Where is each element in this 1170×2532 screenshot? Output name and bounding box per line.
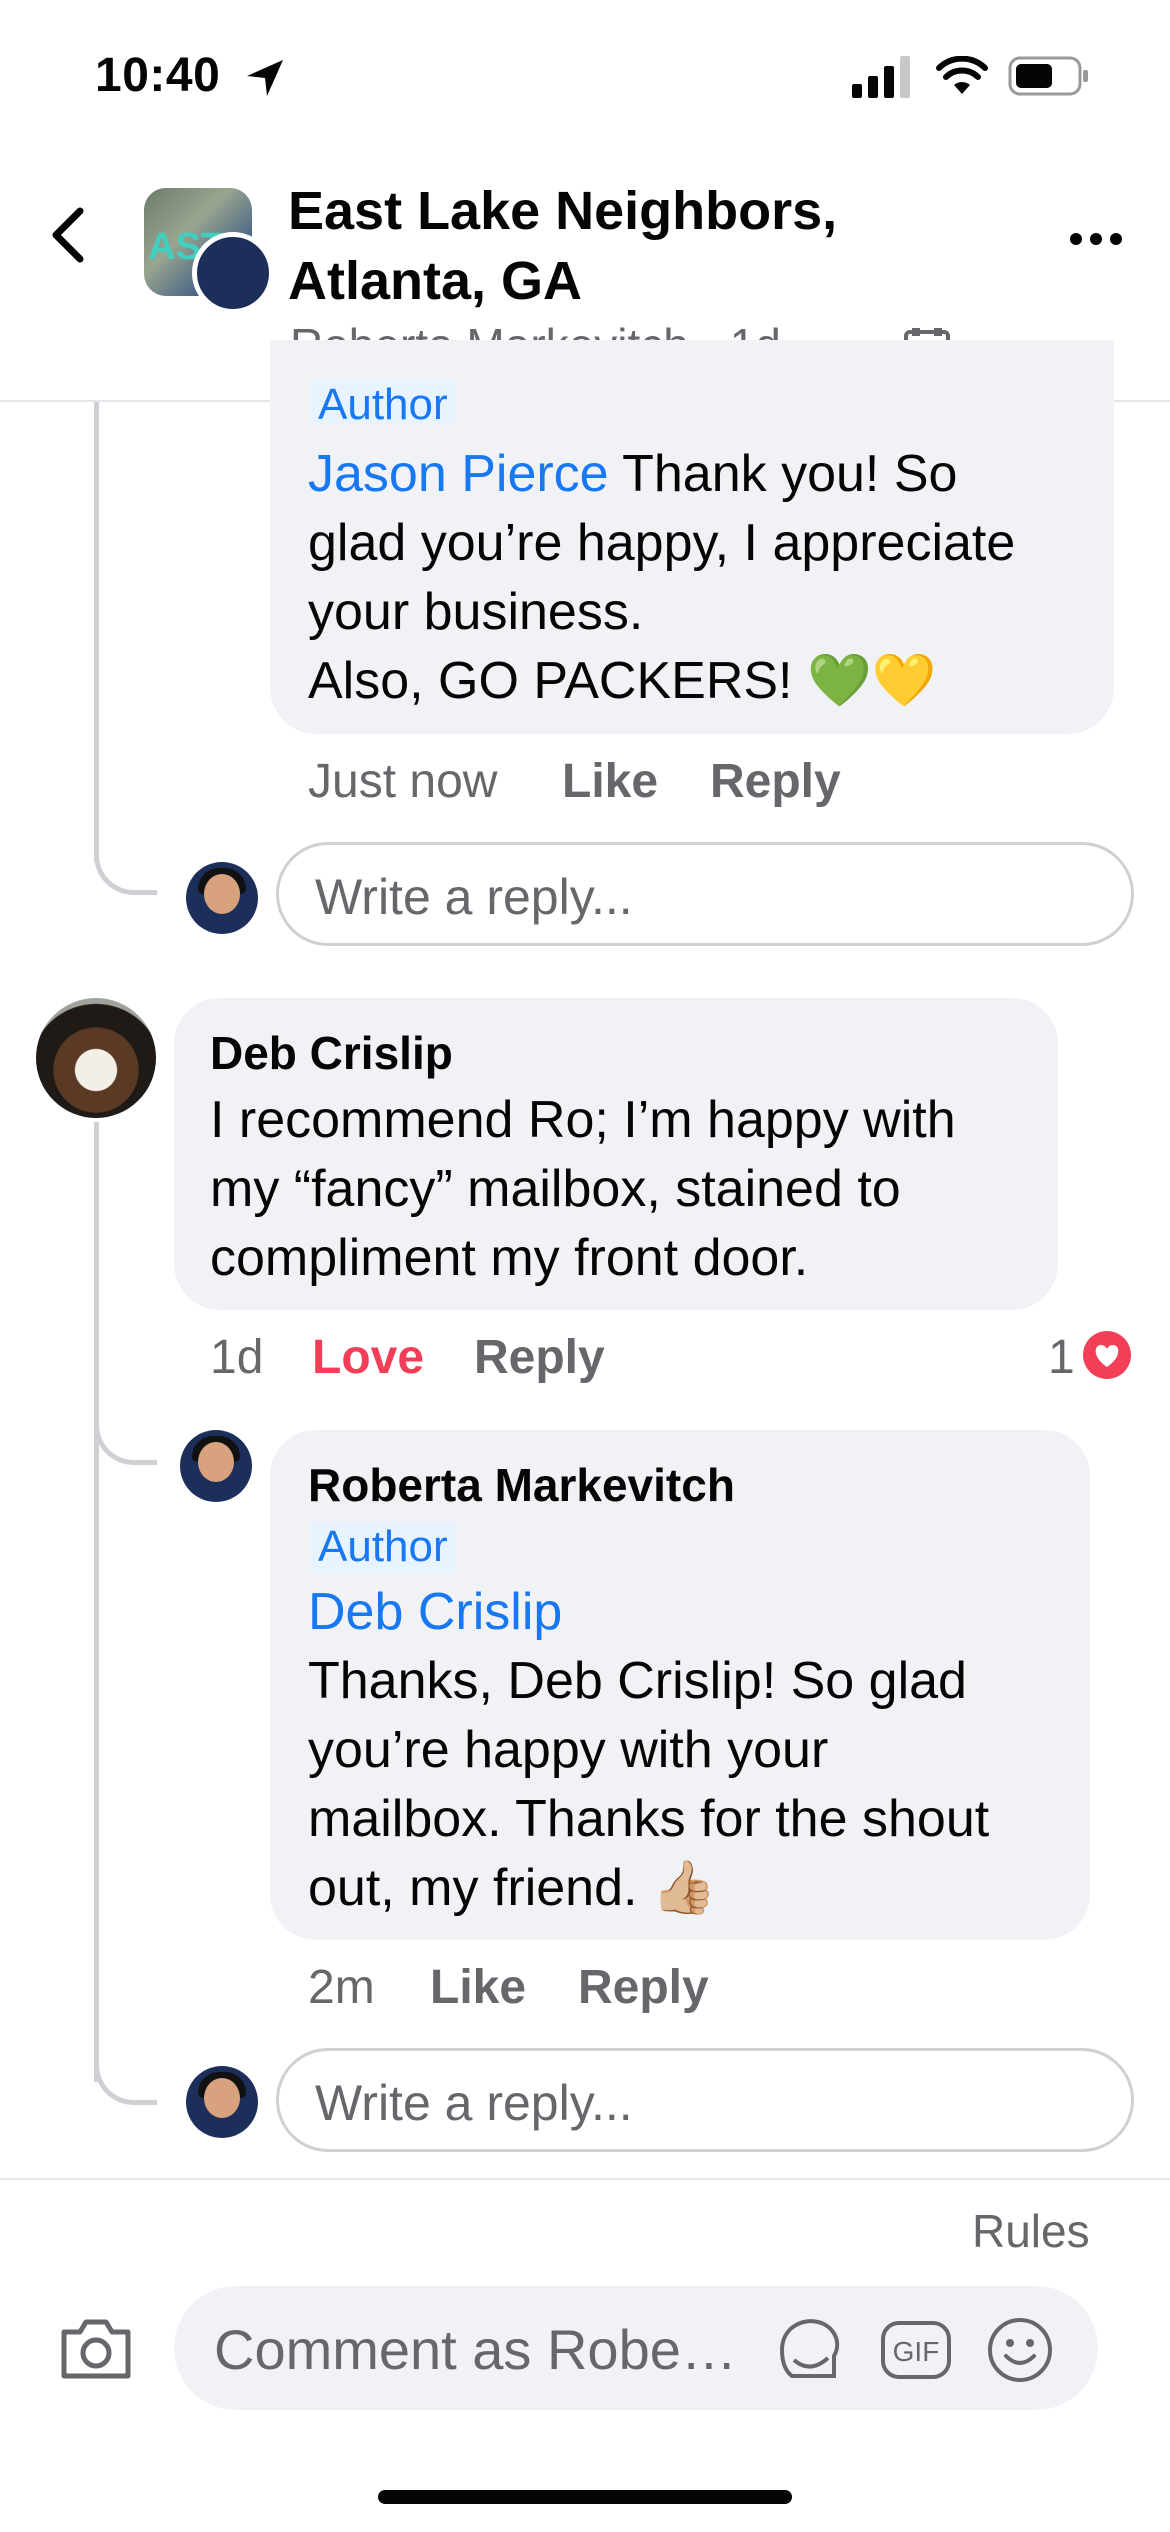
comment-text: I recommend Ro; I’m happy with my “fancy… (210, 1091, 956, 1287)
author-badge: Author (310, 1522, 456, 1572)
reaction-count[interactable]: 1 (1048, 1330, 1075, 1385)
thread-line (94, 1122, 99, 2082)
user-avatar (186, 2066, 258, 2138)
reply-author-name[interactable]: Roberta Markevitch (308, 1458, 735, 1512)
reply-input[interactable] (313, 2073, 817, 2133)
thread-connector (94, 1390, 157, 1465)
signal-icon (852, 56, 910, 98)
back-chevron-icon[interactable] (48, 205, 88, 265)
roberta-avatar[interactable] (180, 1430, 252, 1502)
avatar-sticker-icon[interactable] (772, 2314, 846, 2384)
camera-icon[interactable] (58, 2316, 134, 2382)
emoji-icon[interactable] (986, 2316, 1054, 2384)
group-title[interactable]: East Lake Neighbors, Atlanta, GA (288, 176, 928, 316)
reply-field[interactable] (276, 2048, 1134, 2152)
poster-avatar[interactable] (192, 232, 274, 314)
comment-input[interactable] (212, 2316, 736, 2383)
thread-connector (94, 820, 157, 895)
deb-crislip-avatar[interactable] (36, 998, 156, 1118)
thread-connector (94, 2030, 157, 2105)
gif-icon[interactable]: GIF (880, 2320, 952, 2380)
author-badge: Author (310, 380, 456, 424)
home-indicator[interactable] (378, 2490, 792, 2504)
commenter-name[interactable]: Deb Crislip (210, 1026, 453, 1080)
reply-time: 2m (308, 1961, 375, 2014)
love-reaction-icon[interactable] (1082, 1330, 1132, 1380)
comment-text: Jason Pierce Thank you! So glad you’re h… (308, 445, 1016, 710)
like-button[interactable]: Like (430, 1960, 526, 2015)
status-time: 10:40 (95, 49, 221, 102)
reply-text: Deb Crislip Thanks, Deb Crislip! So glad… (308, 1578, 1088, 1923)
location-arrow-icon (247, 60, 283, 96)
svg-text:GIF: GIF (893, 2336, 940, 2367)
more-options-icon[interactable] (1070, 232, 1122, 246)
user-avatar (186, 862, 258, 934)
comment-time: 1d (210, 1331, 264, 1384)
reply-button[interactable]: Reply (710, 754, 841, 809)
thread-line (94, 402, 99, 862)
battery-icon (1008, 56, 1088, 96)
reply-input[interactable] (313, 867, 817, 927)
reply-button[interactable]: Reply (474, 1330, 605, 1385)
wifi-icon (936, 56, 988, 94)
like-button[interactable]: Like (562, 754, 658, 809)
comment-composer[interactable]: GIF (174, 2286, 1098, 2410)
reply-button[interactable]: Reply (578, 1960, 709, 2015)
mention-jason-pierce[interactable]: Jason Pierce (308, 445, 609, 503)
comment-time: Just now (308, 755, 498, 808)
love-button[interactable]: Love (312, 1330, 424, 1385)
rules-link[interactable]: Rules (972, 2204, 1090, 2258)
reply-field[interactable] (276, 842, 1134, 946)
footer-divider (0, 2178, 1170, 2180)
mention-deb-crislip[interactable]: Deb Crislip (308, 1578, 1088, 1647)
